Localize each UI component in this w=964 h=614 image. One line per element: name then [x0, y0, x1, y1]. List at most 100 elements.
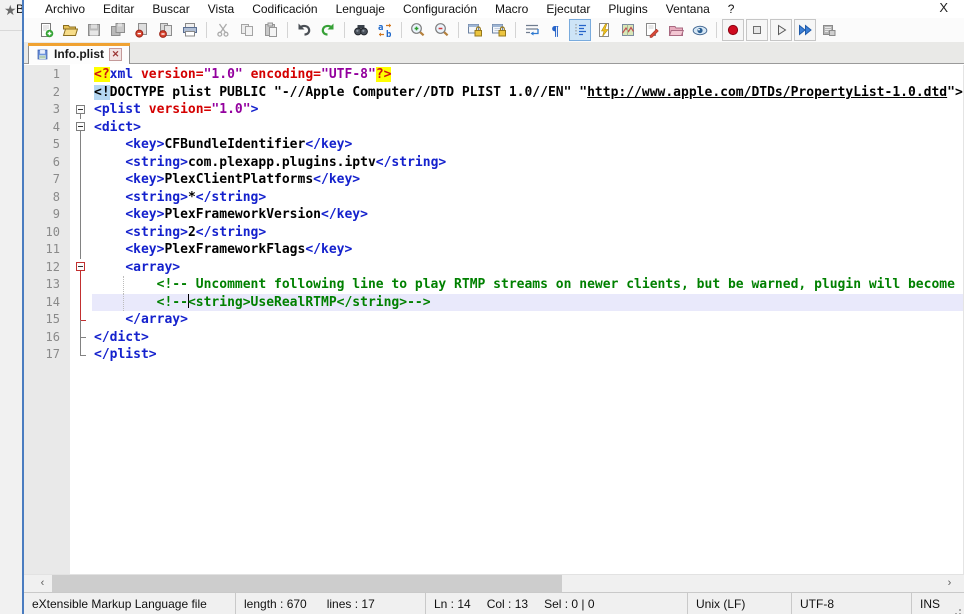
code-line-13[interactable]: 13 <!-- Uncomment following line to play… — [24, 276, 963, 294]
menu-item-lenguaje[interactable]: Lenguaje — [327, 2, 394, 16]
code-text[interactable]: <array> — [92, 259, 963, 277]
code-text[interactable]: <!--<string>UseRealRTMP</string>--> — [92, 294, 963, 312]
code-text[interactable]: <?xml version="1.0" encoding="UTF-8"?> — [92, 66, 963, 84]
show-indent-guide-button[interactable] — [569, 19, 591, 41]
scroll-left-icon[interactable]: ‹ — [34, 575, 51, 592]
undo-button[interactable] — [293, 19, 315, 41]
code-line-6[interactable]: 6 <string>com.plexapp.plugins.iptv</stri… — [24, 154, 963, 172]
code-line-14[interactable]: 14 <!--<string>UseRealRTMP</string>--> — [24, 294, 963, 312]
close-file-button[interactable] — [131, 19, 153, 41]
code-text[interactable]: </plist> — [92, 346, 963, 364]
bookmark-star-icon: ★ — [4, 2, 17, 19]
code-line-12[interactable]: 12 <array> — [24, 259, 963, 277]
menu-item-ventana[interactable]: Ventana — [657, 2, 719, 16]
code-text[interactable]: <key>PlexClientPlatforms</key> — [92, 171, 963, 189]
copy-button — [236, 19, 258, 41]
run-macro-multiple-button[interactable] — [794, 19, 816, 41]
code-line-5[interactable]: 5 <key>CFBundleIdentifier</key> — [24, 136, 963, 154]
scroll-right-icon[interactable]: › — [941, 575, 958, 592]
play-macro-button[interactable] — [770, 19, 792, 41]
stop-macro-button[interactable] — [746, 19, 768, 41]
window-close-button[interactable]: X — [935, 0, 952, 15]
document-map-button[interactable] — [617, 19, 639, 41]
sync-vertical-icon — [467, 22, 483, 38]
save-recorded-macro-icon — [821, 22, 837, 38]
replace-button[interactable]: ab — [374, 19, 396, 41]
code-text[interactable]: <key>PlexFrameworkVersion</key> — [92, 206, 963, 224]
menu-item-configuracin[interactable]: Configuración — [394, 2, 486, 16]
code-text[interactable]: <key>PlexFrameworkFlags</key> — [92, 241, 963, 259]
menu-item-archivo[interactable]: Archivo — [36, 2, 94, 16]
menu-item-editar[interactable]: Editar — [94, 2, 143, 16]
code-text[interactable]: <!DOCTYPE plist PUBLIC "-//Apple Compute… — [92, 84, 963, 102]
code-line-10[interactable]: 10 <string>2</string> — [24, 224, 963, 242]
tab-close-icon[interactable]: ✕ — [109, 48, 122, 61]
code-line-4[interactable]: 4<dict> — [24, 119, 963, 137]
code-line-17[interactable]: 17</plist> — [24, 346, 963, 364]
code-text[interactable]: <dict> — [92, 119, 963, 137]
sync-vertical-scroll-button[interactable] — [464, 19, 486, 41]
status-length: length : 670 — [244, 597, 307, 611]
code-line-15[interactable]: 15 </array> — [24, 311, 963, 329]
fold-margin-cell — [70, 224, 92, 242]
menu-item-ejecutar[interactable]: Ejecutar — [537, 2, 599, 16]
code-line-2[interactable]: 2<!DOCTYPE plist PUBLIC "-//Apple Comput… — [24, 84, 963, 102]
fold-collapse-toggle[interactable] — [70, 259, 92, 277]
menu-item-plugins[interactable]: Plugins — [599, 2, 656, 16]
tab-info-plist[interactable]: Info.plist ✕ — [28, 43, 130, 64]
code-text[interactable]: </dict> — [92, 329, 963, 347]
code-line-1[interactable]: 1<?xml version="1.0" encoding="UTF-8"?> — [24, 66, 963, 84]
document-switcher-button[interactable] — [641, 19, 663, 41]
code-line-9[interactable]: 9 <key>PlexFrameworkVersion</key> — [24, 206, 963, 224]
code-text[interactable]: </array> — [92, 311, 963, 329]
fold-margin-cell — [70, 346, 92, 364]
code-line-8[interactable]: 8 <string>*</string> — [24, 189, 963, 207]
save-recorded-macro-button — [818, 19, 840, 41]
fold-collapse-toggle[interactable] — [70, 119, 92, 137]
menu-item-buscar[interactable]: Buscar — [143, 2, 198, 16]
toolbar-separator — [344, 22, 345, 38]
print-button[interactable] — [179, 19, 201, 41]
fold-collapse-toggle[interactable] — [70, 101, 92, 119]
code-text[interactable]: <string>com.plexapp.plugins.iptv</string… — [92, 154, 963, 172]
open-file-button[interactable] — [59, 19, 81, 41]
scrollbar-thumb[interactable] — [52, 575, 562, 592]
close-all-button[interactable] — [155, 19, 177, 41]
redo-button[interactable] — [317, 19, 339, 41]
function-list-button[interactable] — [593, 19, 615, 41]
zoom-in-button[interactable] — [407, 19, 429, 41]
notepad-plus-plus-window: ArchivoEditarBuscarVistaCodificaciónLeng… — [22, 0, 964, 614]
code-text[interactable]: <key>CFBundleIdentifier</key> — [92, 136, 963, 154]
fold-margin-cell — [70, 66, 92, 84]
horizontal-scrollbar[interactable]: ‹ › — [24, 574, 964, 592]
resize-grip[interactable] — [959, 609, 961, 611]
editor[interactable]: 1<?xml version="1.0" encoding="UTF-8"?>2… — [24, 65, 964, 574]
eye-icon — [692, 22, 708, 38]
find-button[interactable] — [350, 19, 372, 41]
record-macro-button[interactable] — [722, 19, 744, 41]
background-divider — [0, 30, 22, 31]
code-line-7[interactable]: 7 <key>PlexClientPlatforms</key> — [24, 171, 963, 189]
show-all-characters-button[interactable]: ¶ — [545, 19, 567, 41]
code-line-11[interactable]: 11 <key>PlexFrameworkFlags</key> — [24, 241, 963, 259]
file-monitoring-button[interactable] — [689, 19, 711, 41]
menu-item-[interactable]: ? — [719, 2, 744, 16]
sync-horizontal-scroll-button[interactable] — [488, 19, 510, 41]
folder-as-workspace-button[interactable] — [665, 19, 687, 41]
toolbar-separator — [206, 22, 207, 38]
document-map-icon — [620, 22, 636, 38]
code-text[interactable]: <plist version="1.0"> — [92, 101, 963, 119]
code-text[interactable]: <!-- Uncomment following line to play RT… — [92, 276, 963, 294]
code-line-16[interactable]: 16</dict> — [24, 329, 963, 347]
menu-item-vista[interactable]: Vista — [199, 2, 243, 16]
code-line-3[interactable]: 3<plist version="1.0"> — [24, 101, 963, 119]
menu-item-codificacin[interactable]: Codificación — [243, 2, 326, 16]
menu-item-macro[interactable]: Macro — [486, 2, 537, 16]
word-wrap-button[interactable] — [521, 19, 543, 41]
new-file-button[interactable] — [35, 19, 57, 41]
toolbar-separator — [458, 22, 459, 38]
code-text[interactable]: <string>2</string> — [92, 224, 963, 242]
zoom-out-button[interactable] — [431, 19, 453, 41]
saved-floppy-icon — [36, 48, 49, 61]
code-text[interactable]: <string>*</string> — [92, 189, 963, 207]
